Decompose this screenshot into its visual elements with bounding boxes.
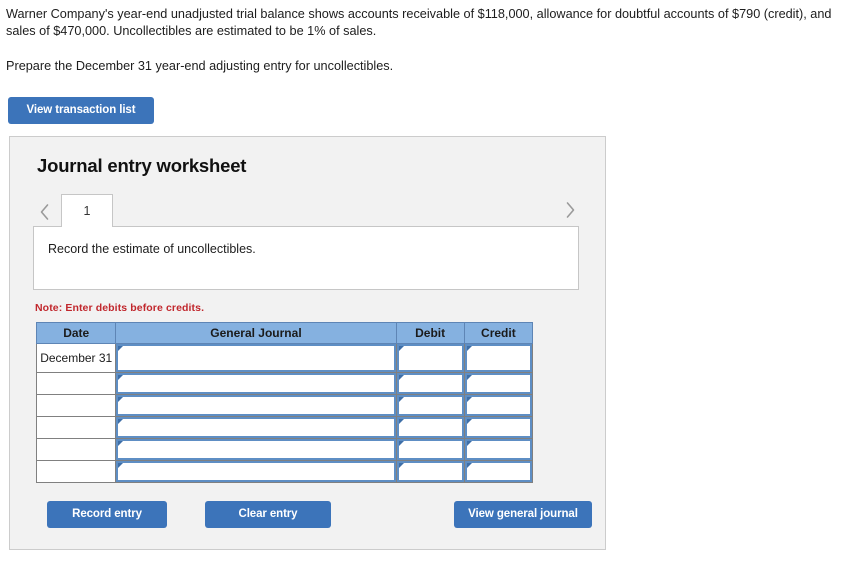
general-journal-input[interactable]: [116, 417, 396, 438]
worksheet-title: Journal entry worksheet: [37, 155, 247, 176]
clear-entry-button[interactable]: Clear entry: [205, 501, 331, 528]
table-row: [35, 460, 534, 483]
general-journal-cell[interactable]: [115, 372, 397, 395]
worksheet-button-row: Record entry Clear entry View general jo…: [36, 501, 592, 529]
debit-input[interactable]: [396, 417, 464, 438]
credit-cell[interactable]: [463, 460, 534, 483]
general-journal-input[interactable]: [116, 461, 396, 482]
worksheet-tabbar: 1: [10, 193, 605, 227]
general-journal-cell[interactable]: [115, 416, 397, 439]
credit-input[interactable]: [464, 373, 532, 394]
credit-cell[interactable]: [463, 438, 534, 461]
view-general-journal-button[interactable]: View general journal: [454, 501, 592, 528]
table-row: [35, 394, 534, 417]
journal-table-wrapper: Date General Journal Debit Credit Decemb…: [35, 322, 605, 483]
worksheet-tab-1[interactable]: 1: [61, 194, 113, 227]
general-journal-input[interactable]: [116, 395, 396, 416]
credit-cell[interactable]: [463, 394, 534, 417]
chevron-right-icon[interactable]: [559, 195, 581, 225]
credit-input[interactable]: [464, 344, 532, 372]
date-cell[interactable]: [35, 394, 117, 417]
debit-input[interactable]: [396, 461, 464, 482]
date-cell[interactable]: [35, 438, 117, 461]
table-row: [35, 416, 534, 439]
credit-input[interactable]: [464, 439, 532, 460]
debit-cell[interactable]: [395, 460, 465, 483]
worksheet-description-text: Record the estimate of uncollectibles.: [48, 242, 256, 256]
debits-before-credits-note: Note: Enter debits before credits.: [35, 302, 205, 314]
chevron-left-icon[interactable]: [33, 197, 55, 227]
table-header-row: Date General Journal Debit Credit: [35, 322, 534, 344]
table-row: December 31: [35, 343, 534, 373]
view-transaction-list-button[interactable]: View transaction list: [8, 97, 154, 124]
record-entry-button[interactable]: Record entry: [47, 501, 167, 528]
problem-statement-text: Warner Company's year-end unadjusted tri…: [6, 7, 832, 38]
credit-cell[interactable]: [463, 416, 534, 439]
general-journal-cell[interactable]: [115, 460, 397, 483]
column-header-debit: Debit: [395, 322, 465, 344]
top-action-row: View transaction list: [0, 75, 859, 124]
table-row: [35, 372, 534, 395]
debit-input[interactable]: [396, 373, 464, 394]
journal-entry-table: Date General Journal Debit Credit Decemb…: [35, 322, 534, 483]
column-header-general-journal: General Journal: [115, 322, 397, 344]
general-journal-cell[interactable]: [115, 438, 397, 461]
date-cell[interactable]: [35, 460, 117, 483]
date-cell[interactable]: [35, 416, 117, 439]
worksheet-description-box: Record the estimate of uncollectibles.: [33, 226, 579, 290]
column-header-date: Date: [35, 322, 117, 344]
debit-cell[interactable]: [395, 343, 465, 373]
debit-input[interactable]: [396, 395, 464, 416]
date-cell[interactable]: December 31: [35, 343, 117, 373]
debit-cell[interactable]: [395, 372, 465, 395]
general-journal-input[interactable]: [116, 373, 396, 394]
table-row: [35, 438, 534, 461]
debit-input[interactable]: [396, 344, 464, 372]
column-header-credit: Credit: [463, 322, 534, 344]
general-journal-cell[interactable]: [115, 394, 397, 417]
problem-prompt-text: Prepare the December 31 year-end adjusti…: [6, 59, 394, 73]
credit-input[interactable]: [464, 461, 532, 482]
credit-input[interactable]: [464, 395, 532, 416]
credit-cell[interactable]: [463, 372, 534, 395]
journal-entry-worksheet-panel: Journal entry worksheet 1 Record the est…: [9, 136, 606, 550]
debit-input[interactable]: [396, 439, 464, 460]
general-journal-input[interactable]: [116, 439, 396, 460]
problem-statement-section: Warner Company's year-end unadjusted tri…: [0, 0, 859, 75]
general-journal-cell[interactable]: [115, 343, 397, 373]
debit-cell[interactable]: [395, 416, 465, 439]
credit-cell[interactable]: [463, 343, 534, 373]
credit-input[interactable]: [464, 417, 532, 438]
debit-cell[interactable]: [395, 394, 465, 417]
debit-cell[interactable]: [395, 438, 465, 461]
date-cell[interactable]: [35, 372, 117, 395]
general-journal-input[interactable]: [116, 344, 396, 372]
